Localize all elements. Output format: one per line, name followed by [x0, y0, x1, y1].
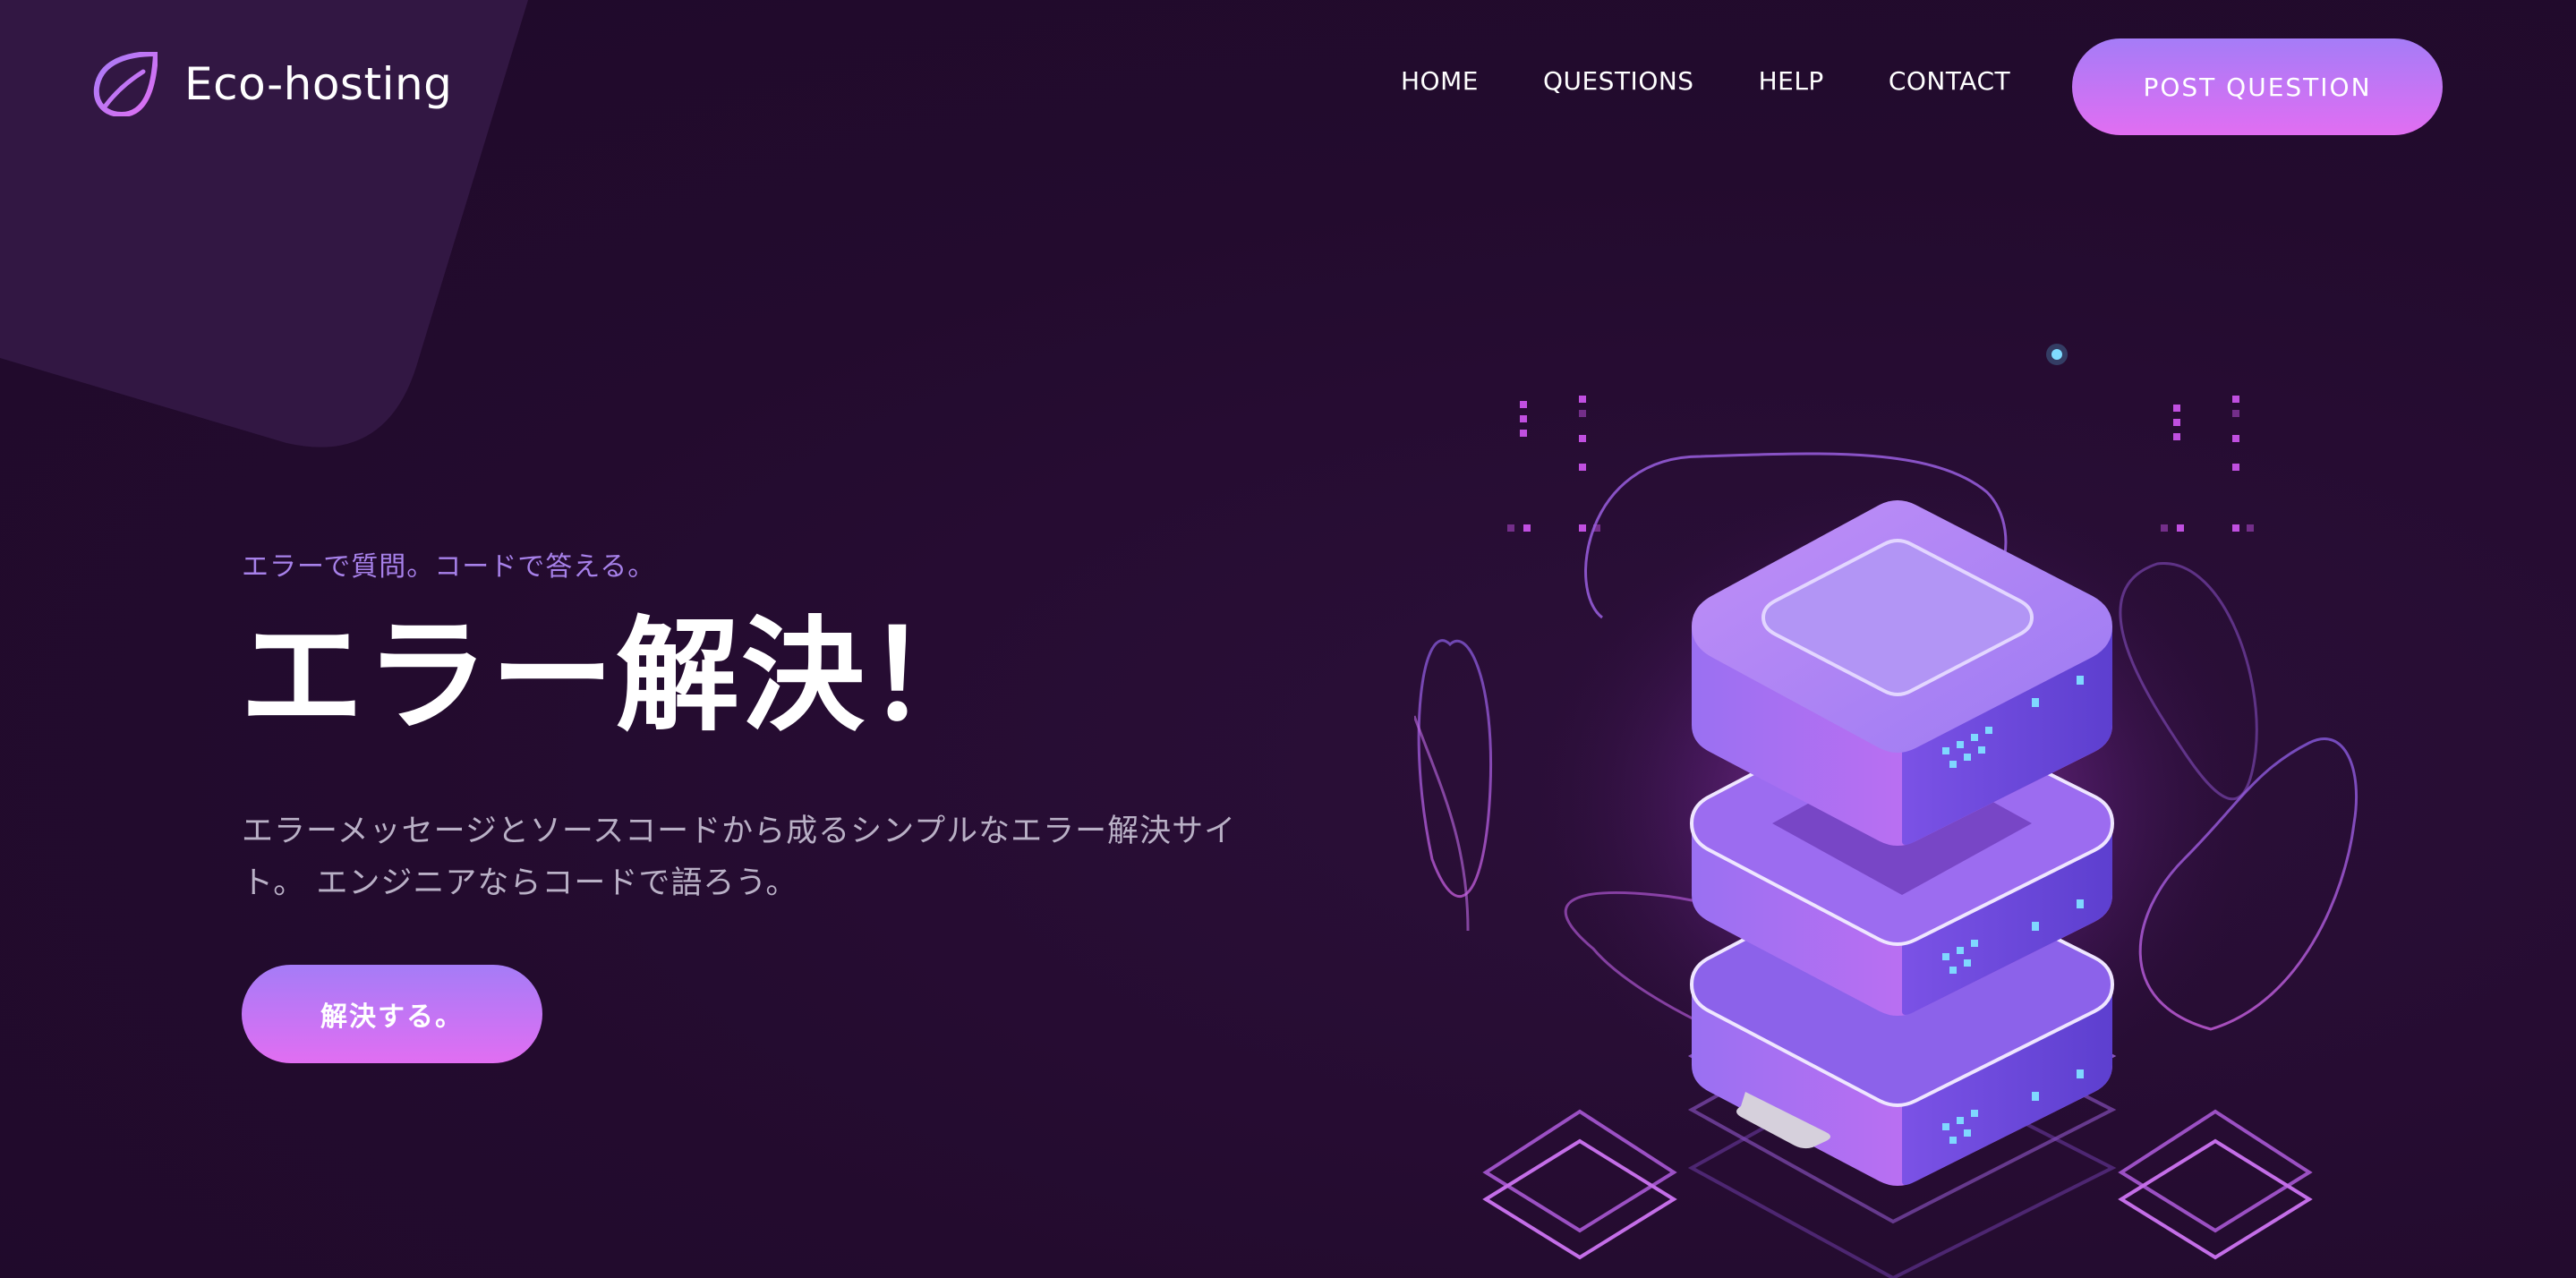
landing-page: Eco-hosting HOME QUESTIONS HELP CONTACT … — [0, 0, 2576, 1278]
nav-home[interactable]: HOME — [1401, 66, 1479, 96]
nav-contact[interactable]: CONTACT — [1889, 66, 2010, 96]
leaf-icon — [93, 52, 158, 116]
nav-questions[interactable]: QUESTIONS — [1543, 66, 1694, 96]
brand-logo[interactable]: Eco-hosting — [93, 52, 452, 116]
solve-button[interactable]: 解決する。 — [242, 965, 542, 1063]
brand-name: Eco-hosting — [184, 58, 453, 110]
server-stack-illustration — [1414, 344, 2358, 1278]
nav-help[interactable]: HELP — [1759, 66, 1824, 96]
hero-eyebrow: エラーで質問。コードで答える。 — [242, 551, 656, 583]
hero-description: エラーメッセージとソースコードから成るシンプルなエラー解決サイト。 エンジニアな… — [242, 814, 1237, 901]
main-nav: HOME QUESTIONS HELP CONTACT — [1401, 66, 2010, 96]
hero-title: エラー解決！ — [240, 604, 993, 748]
post-question-button[interactable]: POST QUESTION — [2072, 38, 2443, 135]
